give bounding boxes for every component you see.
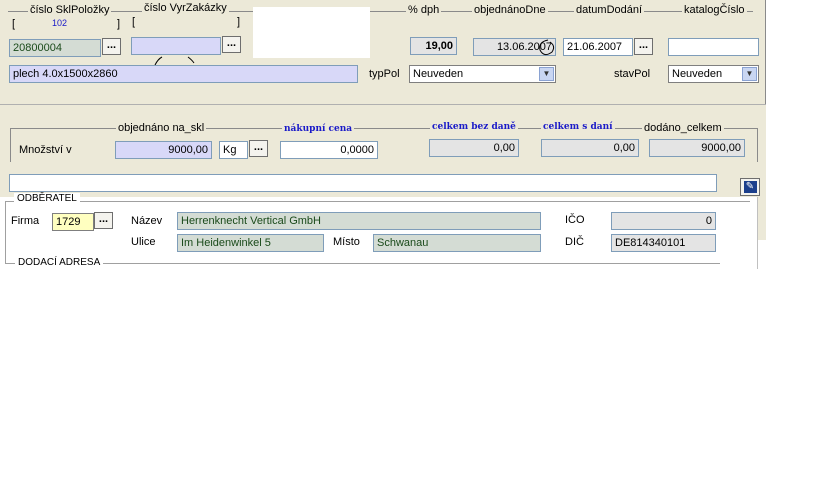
header-datum-dodani: datumDodání [574,4,645,16]
skl-bracket-open: [ [12,18,16,30]
skl-polozka-field[interactable]: 20800004 [9,39,101,57]
skl-bracket-close: ] [117,18,121,30]
header-cislo-vyr-zakazky: číslo VyrZakázky [142,2,229,14]
jednotka-lookup-button[interactable]: ... [249,140,268,157]
chevron-down-icon[interactable]: ▼ [742,67,757,81]
firma-label: Firma [11,215,40,227]
firma-field[interactable]: 1729 [52,213,94,231]
header-nakupni-cena: nákupní cena [282,124,355,134]
skl-count: 102 [52,18,68,28]
katalog-cislo-field[interactable] [668,38,759,56]
vyr-zakazka-field[interactable] [131,37,221,55]
ico-field[interactable]: 0 [611,212,716,230]
ico-label: IČO [565,214,585,226]
nazev-field[interactable]: Herrenknecht Vertical GmbH [177,212,541,230]
header-celkem-s-dani: celkem s daní [541,122,615,132]
mnozstvi-field[interactable]: 9000,00 [115,141,212,159]
stav-pol-value: Neuveden [672,68,723,80]
typ-pol-label: typPol [369,68,400,80]
header-katalog-cislo: katalogČíslo [682,4,747,16]
jednotka-field[interactable]: Kg [219,141,248,159]
celkem-s-dani-field[interactable]: 0,00 [541,139,639,157]
header-objednano-dne: objednánoDne [472,4,548,16]
chevron-down-icon[interactable]: ▼ [539,67,554,81]
nazev-label: Název [131,215,163,227]
quantity-group-right [757,128,758,162]
header-dph: % dph [406,4,442,16]
typ-pol-select[interactable]: Neuveden ▼ [409,65,556,83]
datum-dodani-calendar-button[interactable]: ... [634,38,653,55]
dic-field[interactable]: DE814340101 [611,234,716,252]
odberatel-group-line [5,201,750,202]
firma-lookup-button[interactable]: ... [94,212,113,229]
celkem-bez-dane-field[interactable]: 0,00 [429,139,519,157]
blank-overlay-box [253,7,370,58]
ulice-label: Ulice [131,236,156,248]
typ-pol-value: Neuveden [413,68,464,80]
misto-field[interactable]: Schwanau [373,234,541,252]
skl-polozka-lookup-button[interactable]: ... [102,38,121,55]
dodaci-adresa-group-line [5,263,720,264]
header-celkem-bez-dane: celkem bez daně [430,122,518,132]
header-cislo-skl-polozky: číslo SklPoložky [28,4,112,16]
datum-dodani-field[interactable]: 21.06.2007 [563,38,633,56]
scribble-mark-2 [539,39,555,56]
nakupni-cena-field[interactable]: 0,0000 [280,141,378,159]
stav-pol-select[interactable]: Neuveden ▼ [668,65,759,83]
dodano-celkem-field[interactable]: 9000,00 [649,139,745,157]
vyr-bracket-close: ] [237,16,241,28]
right-edge-divider [757,197,758,269]
ulice-field[interactable]: Im Heidenwinkel 5 [177,234,324,252]
poznamka-field[interactable] [9,174,717,192]
top-right-border [765,0,766,105]
odberatel-group-left [5,201,6,263]
stav-pol-label: stavPol [614,68,651,80]
quantity-group-left [10,128,11,162]
dic-label: DIČ [565,236,584,248]
mnozstvi-label: Množství v [19,144,72,156]
dph-field[interactable]: 19,00 [410,37,457,55]
misto-label: Místo [333,236,360,248]
header-objednano-na-skl: objednáno na_skl [116,122,207,134]
edit-note-button[interactable]: ✎ [740,178,760,196]
section-divider [0,104,766,105]
pencil-icon: ✎ [743,181,757,193]
vyr-bracket-open: [ [132,16,136,28]
vyr-zakazka-lookup-button[interactable]: ... [222,36,241,53]
dodaci-adresa-title: DODACÍ ADRESA [15,257,104,268]
popis-field[interactable]: plech 4.0x1500x2860 [9,65,358,83]
header-dodano-celkem: dodáno_celkem [642,122,724,134]
odberatel-title: ODBĚRATEL [14,193,80,204]
